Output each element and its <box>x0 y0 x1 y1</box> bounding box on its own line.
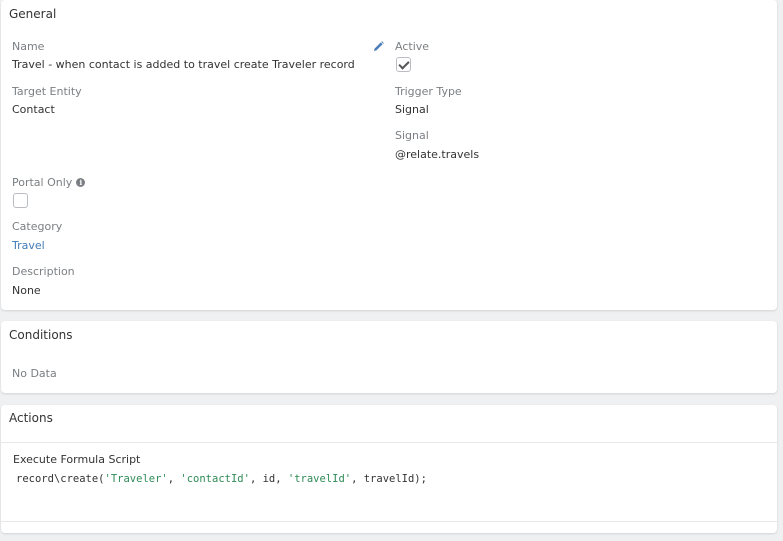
category-link[interactable]: Travel <box>12 239 45 252</box>
code-tail: , travelId); <box>351 473 427 485</box>
active-label: Active <box>395 40 430 53</box>
general-panel: General Name Travel - when contact is ad… <box>1 0 777 310</box>
conditions-panel: Conditions No Data <box>1 321 777 393</box>
name-label: Name <box>12 40 45 53</box>
target-entity-value: Contact <box>12 103 55 116</box>
signal-label: Signal <box>395 129 429 142</box>
general-panel-title: General <box>9 7 57 21</box>
code-separator-id: , id, <box>249 473 288 485</box>
pencil-icon[interactable] <box>373 41 384 55</box>
conditions-panel-title: Conditions <box>9 328 73 342</box>
info-icon[interactable]: i <box>76 178 86 187</box>
description-label: Description <box>12 265 75 278</box>
portal-only-label: Portal Only i <box>12 176 86 189</box>
signal-value: @relate.travels <box>395 148 480 161</box>
conditions-empty-text: No Data <box>12 367 57 380</box>
code-function: record\create( <box>16 473 105 485</box>
portal-only-checkbox[interactable] <box>13 193 28 208</box>
target-entity-label: Target Entity <box>12 85 82 98</box>
code-arg-entity: 'Traveler' <box>104 473 168 485</box>
portal-only-label-text: Portal Only <box>12 176 73 189</box>
action-type: Execute Formula Script <box>13 453 141 466</box>
trigger-type-value: Signal <box>395 103 429 116</box>
trigger-type-label: Trigger Type <box>395 85 462 98</box>
code-separator: , <box>167 473 181 485</box>
name-value: Travel - when contact is added to travel… <box>12 58 355 71</box>
active-checkbox[interactable] <box>396 57 411 72</box>
description-value: None <box>12 284 41 297</box>
formula-script: record\create('Traveler', 'contactId', i… <box>16 473 427 485</box>
category-label: Category <box>12 220 63 233</box>
actions-panel-title: Actions <box>1 405 777 443</box>
actions-divider <box>1 521 777 522</box>
code-arg-travel-id: 'travelId' <box>287 473 352 485</box>
actions-panel: Actions Execute Formula Script record\cr… <box>1 405 777 533</box>
code-arg-contact-id: 'contactId' <box>180 473 250 485</box>
